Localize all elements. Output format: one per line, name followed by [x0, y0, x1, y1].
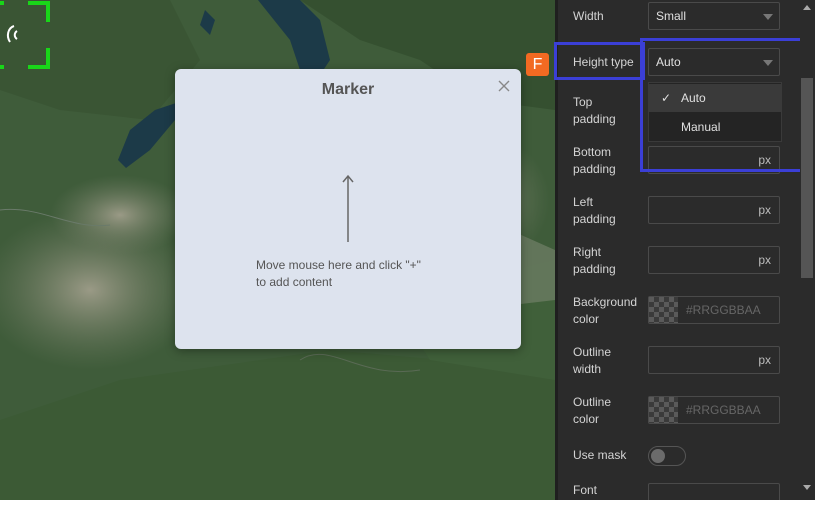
right-padding-label: Right padding: [573, 245, 616, 276]
height-type-dropdown-highlight: [640, 38, 803, 172]
background-color-placeholder: #RRGGBBAA: [686, 303, 761, 317]
height-type-label-highlight: [554, 42, 645, 80]
left-padding-unit: px: [758, 203, 771, 217]
outline-color-placeholder: #RRGGBBAA: [686, 403, 761, 417]
font-select[interactable]: [648, 483, 780, 500]
left-padding-label: Left padding: [573, 195, 616, 226]
close-icon[interactable]: [497, 79, 511, 93]
panel-scrollbar[interactable]: [800, 0, 815, 500]
outline-width-unit: px: [758, 353, 771, 367]
popup-title: Marker: [321, 81, 375, 98]
marker-popup[interactable]: Marker Move mouse here and click "+" to …: [175, 69, 521, 349]
color-swatch[interactable]: [649, 297, 678, 323]
chevron-down-icon: [763, 14, 773, 20]
outline-color-label: Outline color: [573, 395, 612, 426]
scroll-up-icon[interactable]: [803, 5, 811, 10]
width-label: Width: [573, 9, 604, 23]
location-target-icon[interactable]: [0, 0, 52, 70]
f-badge[interactable]: F: [526, 53, 549, 76]
outline-width-input[interactable]: px: [648, 346, 780, 374]
right-padding-unit: px: [758, 253, 771, 267]
outline-color-input[interactable]: #RRGGBBAA: [648, 396, 780, 424]
popup-hint-text: Move mouse here and click "+" to add con…: [256, 258, 421, 289]
scrollbar-thumb[interactable]: [801, 78, 813, 278]
top-padding-label: Top padding: [573, 95, 616, 126]
arrow-up-icon: [342, 174, 354, 242]
width-value: Small: [656, 9, 687, 23]
background-color-label: Background color: [573, 295, 638, 326]
width-select[interactable]: Small: [648, 2, 780, 30]
scroll-down-icon[interactable]: [803, 485, 811, 490]
right-padding-input[interactable]: px: [648, 246, 780, 274]
use-mask-toggle[interactable]: [648, 446, 686, 466]
left-padding-input[interactable]: px: [648, 196, 780, 224]
toggle-knob: [651, 449, 665, 463]
use-mask-label: Use mask: [573, 448, 627, 462]
bottom-padding-label: Bottom padding: [573, 145, 616, 176]
color-swatch[interactable]: [649, 397, 678, 423]
outline-width-label: Outline width: [573, 345, 612, 376]
font-label: Font: [573, 483, 598, 497]
background-color-input[interactable]: #RRGGBBAA: [648, 296, 780, 324]
